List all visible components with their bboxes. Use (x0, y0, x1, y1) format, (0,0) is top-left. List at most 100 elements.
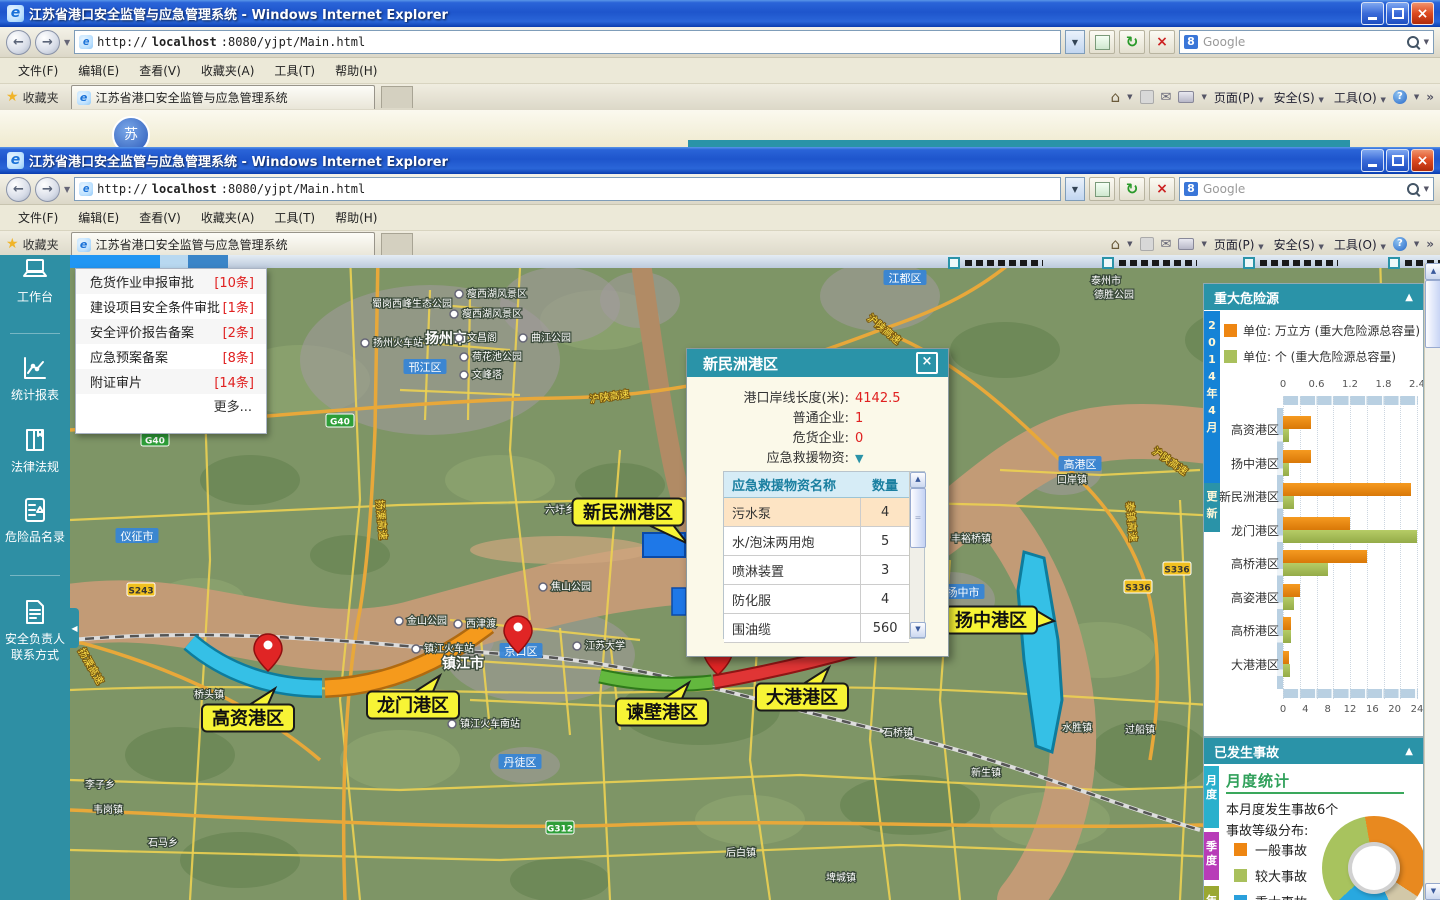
bar-volume[interactable] (1283, 550, 1367, 563)
window-titlebar[interactable]: e 江苏省港口安全监管与应急管理系统 - Windows Internet Ex… (0, 0, 1440, 27)
period-tab-3[interactable]: 年度 (1204, 886, 1219, 900)
search-dropdown-icon[interactable]: ▼ (1424, 38, 1429, 46)
restore-button[interactable] (1386, 2, 1409, 25)
bar-volume[interactable] (1283, 483, 1411, 496)
url-dropdown-icon[interactable]: ▼ (1065, 30, 1085, 54)
compatibility-view-button[interactable] (1089, 30, 1115, 54)
menu-item[interactable]: 危货作业申报审批[10条] (76, 269, 266, 294)
rss-feed-icon[interactable] (1140, 237, 1154, 251)
help-dropdown-icon[interactable]: ▼ (1414, 240, 1419, 248)
command-button[interactable]: 页面(P) ▼ (1214, 236, 1264, 253)
menubar-item[interactable]: 帮助(H) (325, 62, 387, 79)
refresh-button[interactable]: ↻ (1119, 30, 1145, 54)
table-row[interactable]: 防化服4 (724, 585, 909, 614)
search-input[interactable]: 8 Google ▼ (1179, 30, 1434, 54)
menubar-item[interactable]: 帮助(H) (325, 209, 387, 226)
back-button[interactable]: ← (6, 177, 31, 202)
bar-volume[interactable] (1283, 651, 1289, 664)
collapse-arrow-icon[interactable]: ▲ (1405, 292, 1413, 303)
bar-volume[interactable] (1283, 517, 1350, 530)
checkbox-icon[interactable] (1243, 257, 1255, 269)
rescue-material-expander[interactable]: 应急救援物资:▼ (687, 449, 948, 469)
bar-count[interactable] (1283, 563, 1328, 576)
checkbox-icon[interactable] (1102, 257, 1114, 269)
help-dropdown-icon[interactable]: ▼ (1414, 93, 1419, 101)
home-dropdown-icon[interactable]: ▼ (1127, 240, 1132, 248)
scrollbar-thumb[interactable]: = (910, 488, 926, 548)
overflow-chevron[interactable]: » (1426, 90, 1434, 104)
menubar-item[interactable]: 工具(T) (264, 209, 325, 226)
favorites-button[interactable]: 收藏夹 (23, 89, 59, 106)
rss-feed-icon[interactable] (1140, 90, 1154, 104)
hazard-panel-header[interactable]: 重大危险源 ▲ (1204, 284, 1423, 310)
refresh-button[interactable]: ↻ (1119, 177, 1145, 201)
command-dropdown-icon[interactable]: ▼ (1318, 96, 1323, 104)
command-dropdown-icon[interactable]: ▼ (1258, 96, 1263, 104)
sidebar-item-2[interactable]: 统计报表 (0, 353, 70, 403)
compatibility-view-button[interactable] (1089, 177, 1115, 201)
bar-count[interactable] (1283, 429, 1289, 442)
scroll-down-icon[interactable]: ▼ (910, 622, 926, 638)
bar-count[interactable] (1283, 496, 1294, 509)
command-dropdown-icon[interactable]: ▼ (1380, 243, 1385, 251)
menubar-item[interactable]: 收藏夹(A) (191, 209, 265, 226)
command-button[interactable]: 工具(O) ▼ (1334, 89, 1386, 106)
scroll-down-icon[interactable]: ▼ (1425, 883, 1440, 900)
bar-count[interactable] (1283, 630, 1291, 643)
command-dropdown-icon[interactable]: ▼ (1380, 96, 1385, 104)
minimize-button[interactable] (1361, 149, 1384, 172)
collapse-arrow-icon[interactable]: ▲ (1405, 746, 1413, 757)
new-tab-stub[interactable] (381, 233, 413, 255)
home-button[interactable]: ⌂ (1111, 88, 1121, 106)
read-mail-icon[interactable]: ✉ (1161, 90, 1172, 105)
menu-item[interactable]: 安全评价报告备案[2条] (76, 319, 266, 344)
menubar-item[interactable]: 查看(V) (129, 209, 191, 226)
new-tab-stub[interactable] (381, 86, 413, 108)
url-dropdown-icon[interactable]: ▼ (1065, 177, 1085, 201)
url-field[interactable]: e http://localhost:8080/yjpt/Main.html (74, 177, 1061, 201)
sidebar-item-3[interactable]: 法律法规 (0, 425, 70, 475)
command-button[interactable]: 页面(P) ▼ (1214, 89, 1264, 106)
expander-arrow-icon[interactable]: ▼ (855, 449, 948, 469)
layer-checkbox-clipped[interactable] (1102, 257, 1197, 269)
window-titlebar[interactable]: e 江苏省港口安全监管与应急管理系统 - Windows Internet Ex… (0, 147, 1440, 174)
help-button[interactable]: ? (1393, 90, 1407, 104)
close-button[interactable]: × (1411, 149, 1434, 172)
search-input[interactable]: 8 Google ▼ (1179, 177, 1434, 201)
command-button[interactable]: 安全(S) ▼ (1274, 236, 1324, 253)
scrollbar-thumb[interactable] (1425, 280, 1440, 348)
favorites-button[interactable]: 收藏夹 (23, 236, 59, 253)
layer-checkbox-clipped[interactable] (948, 257, 1043, 269)
menubar-item[interactable]: 文件(F) (8, 62, 68, 79)
table-row[interactable]: 围油缆560 (724, 614, 909, 643)
minimize-button[interactable] (1361, 2, 1384, 25)
print-dropdown-icon[interactable]: ▼ (1201, 93, 1206, 101)
bar-count[interactable] (1283, 530, 1417, 543)
url-field[interactable]: e http://localhost:8080/yjpt/Main.html (74, 30, 1061, 54)
read-mail-icon[interactable]: ✉ (1161, 237, 1172, 252)
table-row[interactable]: 污水泵4 (724, 498, 909, 527)
close-button[interactable]: × (1411, 2, 1434, 25)
command-dropdown-icon[interactable]: ▼ (1318, 243, 1323, 251)
menu-more-link[interactable]: 更多... (76, 394, 266, 416)
overflow-chevron[interactable]: » (1426, 237, 1434, 251)
bar-volume[interactable] (1283, 450, 1311, 463)
bar-count[interactable] (1283, 664, 1290, 677)
sidebar-collapse-handle[interactable]: ◀ (70, 608, 79, 648)
menubar-item[interactable]: 收藏夹(A) (191, 62, 265, 79)
history-dropdown-icon[interactable]: ▼ (64, 38, 70, 47)
bar-count[interactable] (1283, 463, 1289, 476)
command-dropdown-icon[interactable]: ▼ (1258, 243, 1263, 251)
scroll-up-icon[interactable]: ▲ (910, 472, 926, 488)
sidebar-item-5[interactable]: 安全负责人联系方式 (0, 597, 70, 663)
menubar-item[interactable]: 查看(V) (129, 62, 191, 79)
stop-button[interactable]: × (1149, 177, 1175, 201)
stop-button[interactable]: × (1149, 30, 1175, 54)
search-dropdown-icon[interactable]: ▼ (1424, 185, 1429, 193)
search-icon[interactable] (1407, 183, 1419, 195)
forward-button[interactable]: → (35, 30, 60, 55)
browser-tab[interactable]: e 江苏省港口安全监管与应急管理系统 (71, 85, 375, 109)
table-row[interactable]: 水/泡沫两用炮5 (724, 527, 909, 556)
forward-button[interactable]: → (35, 177, 60, 202)
region-small-rect[interactable] (672, 588, 686, 615)
